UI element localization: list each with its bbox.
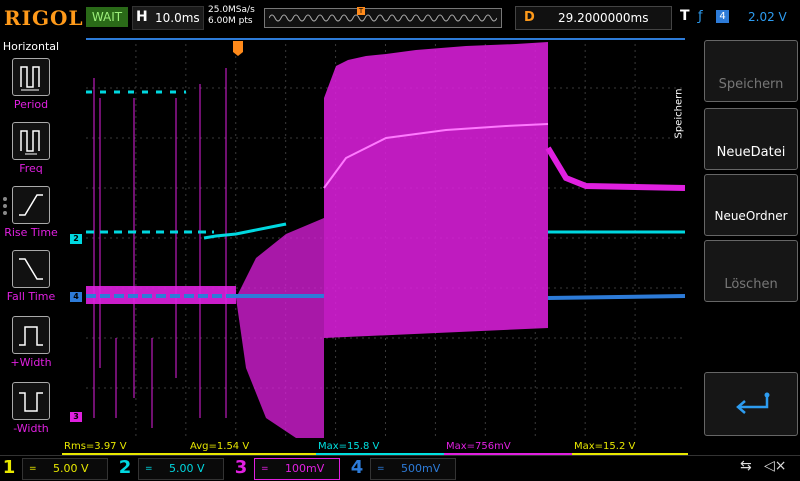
measure-freq[interactable]: Freq bbox=[0, 122, 62, 184]
delay-value: 29.2000000ms bbox=[558, 11, 649, 25]
ch3-number: 3 bbox=[234, 457, 248, 478]
ch1-coupling: = bbox=[29, 464, 37, 474]
waveform-display[interactable]: 2 4 3 bbox=[70, 38, 685, 438]
negative-width-label: -Width bbox=[13, 422, 49, 435]
measure-positive-width[interactable]: +Width bbox=[0, 316, 62, 378]
trigger-box[interactable]: T ƒ 4 2.02 V bbox=[676, 6, 796, 28]
ch1-number: 1 bbox=[2, 457, 16, 478]
timebase-value: 10.0ms bbox=[155, 11, 200, 25]
positive-width-icon bbox=[12, 316, 50, 354]
measurement-max-ch1: Max=15.2 V bbox=[572, 440, 688, 455]
rising-edge-icon: ƒ bbox=[698, 9, 703, 24]
measurement-avg: Avg=1.54 V bbox=[188, 440, 316, 455]
memory-waveform-icon bbox=[269, 14, 497, 22]
rise-time-icon bbox=[12, 186, 50, 224]
delay-box[interactable]: D 29.2000000ms bbox=[515, 6, 672, 30]
trigger-level: 2.02 V bbox=[748, 10, 787, 24]
measurement-max-ch2: Max=15.8 V bbox=[316, 440, 444, 455]
channel-3[interactable]: 3 = 100mV bbox=[232, 456, 342, 481]
menu-title: Horizontal bbox=[2, 40, 60, 53]
measure-fall-time[interactable]: Fall Time bbox=[0, 250, 62, 312]
return-arrow-icon bbox=[736, 392, 770, 414]
usb-icon: ⇆ bbox=[740, 458, 752, 474]
brand-logo: RIGOL bbox=[4, 6, 84, 30]
ch3-scale-box: = 100mV bbox=[254, 458, 340, 480]
channel-2[interactable]: 2 = 5.00 V bbox=[116, 456, 226, 481]
rise-time-label: Rise Time bbox=[4, 226, 58, 239]
ch2-scale-box: = 5.00 V bbox=[138, 458, 224, 480]
ch4-number: 4 bbox=[350, 457, 364, 478]
delete-label: Löschen bbox=[724, 277, 778, 292]
menu-title: Speichern bbox=[673, 88, 685, 139]
ch1-scale: 5.00 V bbox=[53, 462, 89, 475]
negative-width-icon bbox=[12, 382, 50, 420]
return-button[interactable] bbox=[704, 372, 798, 436]
measure-period[interactable]: Period bbox=[0, 58, 62, 120]
save-label: Speichern bbox=[718, 77, 784, 92]
timebase-box[interactable]: H 10.0ms bbox=[132, 6, 204, 30]
ch4-marker[interactable]: 4 bbox=[70, 292, 82, 302]
new-folder-label: NeueOrdner bbox=[714, 209, 788, 223]
memory-overview: T bbox=[264, 7, 502, 28]
mute-icon[interactable]: ◁× bbox=[764, 458, 787, 474]
period-label: Period bbox=[13, 98, 49, 111]
delay-label: D bbox=[524, 10, 535, 25]
ch4-coupling: = bbox=[377, 464, 385, 474]
sample-info: 25.0MSa/s 6.00M pts bbox=[208, 5, 255, 27]
menu-title-vertical: Speichern bbox=[673, 76, 702, 156]
trigger-source: 4 bbox=[716, 10, 729, 23]
ch4-scale: 500mV bbox=[401, 462, 441, 475]
ch2-marker[interactable]: 2 bbox=[70, 234, 82, 244]
freq-icon bbox=[12, 122, 50, 160]
ch2-coupling: = bbox=[145, 464, 153, 474]
new-file-button[interactable]: NeueDatei bbox=[704, 108, 798, 170]
acquisition-status: WAIT bbox=[86, 7, 128, 27]
ch3-marker[interactable]: 3 bbox=[70, 412, 82, 422]
freq-label: Freq bbox=[19, 162, 43, 175]
measure-rise-time[interactable]: Rise Time bbox=[0, 186, 62, 248]
fall-time-label: Fall Time bbox=[6, 290, 56, 303]
positive-width-label: +Width bbox=[10, 356, 52, 369]
sample-rate: 25.0MSa/s bbox=[208, 5, 255, 15]
new-folder-button[interactable]: NeueOrdner bbox=[704, 174, 798, 236]
ch2-number: 2 bbox=[118, 457, 132, 478]
new-file-label: NeueDatei bbox=[716, 145, 786, 160]
measurement-rms: Rms=3.97 V bbox=[62, 440, 188, 455]
memory-depth: 6.00M pts bbox=[208, 16, 253, 26]
save-button[interactable]: Speichern bbox=[704, 40, 798, 102]
fall-time-icon bbox=[12, 250, 50, 288]
channel-bar: 1 = 5.00 V 2 = 5.00 V 3 = 100mV 4 = 500m… bbox=[0, 455, 800, 481]
channel-1[interactable]: 1 = 5.00 V bbox=[0, 456, 110, 481]
waveform-svg bbox=[86, 38, 685, 438]
ch4-scale-box: = 500mV bbox=[370, 458, 456, 480]
period-icon bbox=[12, 58, 50, 96]
horizontal-measure-menu: Horizontal Period Freq Rise Time Fall Ti… bbox=[0, 36, 62, 456]
measurement-max-ch3: Max=756mV bbox=[444, 440, 572, 455]
save-menu: Speichern Speichern NeueDatei NeueOrdner… bbox=[673, 36, 800, 456]
measure-negative-width[interactable]: -Width bbox=[0, 382, 62, 444]
channel-4[interactable]: 4 = 500mV bbox=[348, 456, 458, 481]
ch2-scale: 5.00 V bbox=[169, 462, 205, 475]
ch3-burst bbox=[324, 42, 548, 338]
measurement-bar: Rms=3.97 V Avg=1.54 V Max=15.8 V Max=756… bbox=[62, 439, 688, 455]
top-status-bar: RIGOL WAIT H 10.0ms 25.0MSa/s 6.00M pts … bbox=[0, 0, 800, 36]
ch3-scale: 100mV bbox=[285, 462, 325, 475]
ch1-scale-box: = 5.00 V bbox=[22, 458, 108, 480]
horizontal-label: H bbox=[136, 9, 148, 25]
memory-trigger-marker: T bbox=[357, 7, 365, 15]
trigger-label: T bbox=[680, 8, 690, 24]
ch3-coupling: = bbox=[261, 464, 269, 474]
delete-button[interactable]: Löschen bbox=[704, 240, 798, 302]
